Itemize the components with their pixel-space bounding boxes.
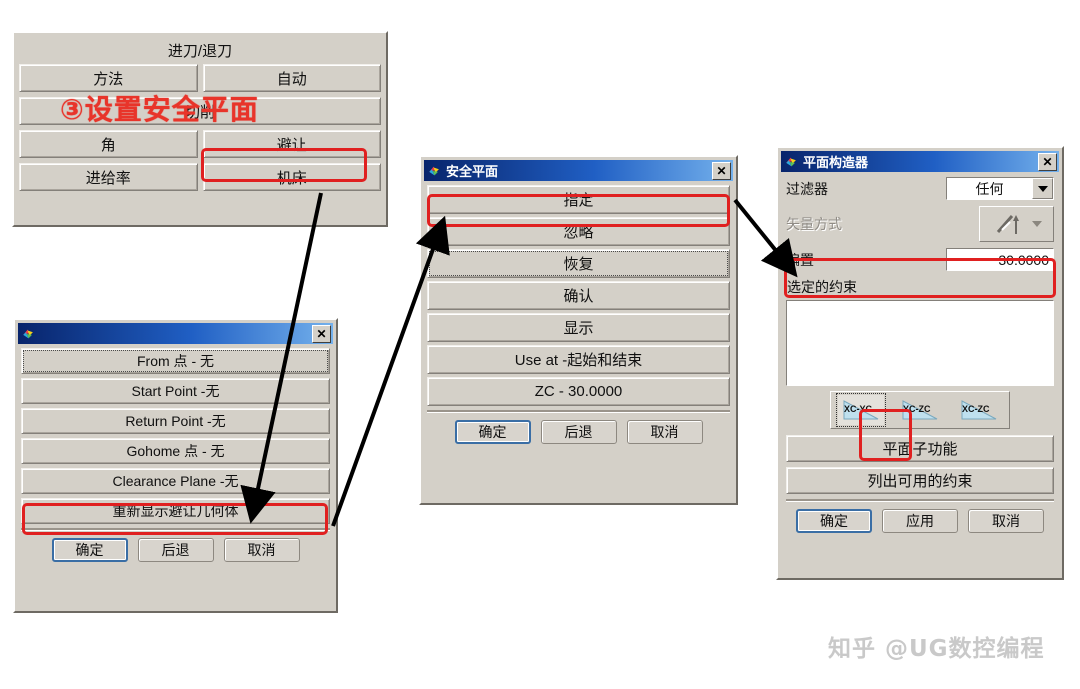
xc-yc-plane-icon[interactable]: XC-YC [835,393,886,427]
nx-logo-icon [23,329,33,338]
from-point-button[interactable]: From 点 - 无 [21,348,330,374]
offset-row: 偏置 30.0000 [786,248,1054,271]
close-icon[interactable]: ✕ [312,324,331,343]
back-button[interactable]: 后退 [540,420,617,444]
back-button[interactable]: 后退 [137,538,214,562]
filter-row: 过滤器 任何 [786,177,1054,200]
safe-plane-title: 安全平面 [446,164,499,179]
yc-zc-plane-icon[interactable]: YC-ZC [897,395,943,425]
specify-button[interactable]: 指定 [427,185,730,214]
use-at-button[interactable]: Use at -起始和结束 [427,345,730,374]
screenshot-root: 进刀/退刀 方法 自动 切削 角 避让 进给率 机床 ✕ From 点 - 无 … [0,0,1080,689]
vector-method-row: 矢量方式 [786,206,1054,242]
divider [21,528,330,531]
plane-subfunction-button[interactable]: 平面子功能 [786,435,1054,462]
avoidance-dialog-footer: 确定 后退 取消 [21,535,330,562]
filter-dropdown[interactable]: 任何 [946,177,1054,200]
step-annotation: ③设置安全平面 [60,93,259,126]
ok-button[interactable]: 确定 [796,509,872,533]
vector-icon [996,215,1019,234]
avoidance-button[interactable]: 避让 [202,130,381,158]
plane-constructor-dialog: 平面构造器 ✕ 过滤器 任何 矢量方式 偏置 30.0000 选定的约束 XC-… [776,146,1064,580]
vector-method-selector[interactable] [979,206,1054,242]
cancel-button[interactable]: 取消 [968,509,1044,533]
filter-value: 任何 [947,178,1032,199]
divider [786,499,1054,502]
feedrate-button[interactable]: 进给率 [19,163,198,191]
confirm-button[interactable]: 确认 [427,281,730,310]
plane-constructor-titlebar[interactable]: 平面构造器 ✕ [781,151,1059,172]
return-point-button[interactable]: Return Point -无 [21,408,330,434]
offset-input[interactable]: 30.0000 [946,248,1054,271]
safe-plane-dialog: 安全平面 ✕ 指定 忽略 恢复 确认 显示 Use at -起始和结束 ZC -… [419,155,738,505]
chevron-down-icon[interactable] [1031,221,1042,227]
cut-panel-row-3: 角 避让 [19,130,381,158]
nx-logo-icon [429,166,439,175]
svg-text:XC-ZC: XC-ZC [962,404,990,414]
plane-constructor-title: 平面构造器 [803,155,869,170]
ok-button[interactable]: 确定 [454,420,531,444]
selected-constraints-listbox[interactable] [786,300,1054,386]
restore-button[interactable]: 恢复 [427,249,730,278]
nx-logo-icon [786,157,796,166]
list-available-constraints-button[interactable]: 列出可用的约束 [786,467,1054,494]
close-icon[interactable]: ✕ [712,161,731,180]
cut-panel-header: 进刀/退刀 [167,43,233,60]
gohome-point-button[interactable]: Gohome 点 - 无 [21,438,330,464]
plane-constructor-body: 过滤器 任何 矢量方式 偏置 30.0000 选定的约束 XC-YC YC-ZC… [781,172,1059,533]
ok-button[interactable]: 确定 [51,538,128,562]
offset-label: 偏置 [786,251,814,268]
close-icon[interactable]: ✕ [1038,152,1057,171]
plane-constructor-footer: 确定 应用 取消 [786,506,1054,533]
avoidance-dialog-titlebar[interactable]: ✕ [18,323,333,344]
cut-parameters-panel: 进刀/退刀 方法 自动 切削 角 避让 进给率 机床 [12,31,388,227]
cancel-button[interactable]: 取消 [626,420,703,444]
filter-label: 过滤器 [786,180,828,197]
zc-value-button[interactable]: ZC - 30.0000 [427,377,730,406]
avoidance-dialog-body: From 点 - 无 Start Point -无 Return Point -… [18,344,333,562]
selected-constraints-label: 选定的约束 [787,279,857,295]
start-point-button[interactable]: Start Point -无 [21,378,330,404]
watermark: 知乎 @UG数控编程 [828,636,1045,662]
machine-button[interactable]: 机床 [202,163,381,191]
plane-icons-strip: XC-YC YC-ZC XC-ZC [830,391,1010,429]
chevron-down-icon[interactable] [1032,178,1053,199]
divider [427,410,730,413]
redisplay-avoidance-geometry-button[interactable]: 重新显示避让几何体 [21,498,330,524]
corner-button[interactable]: 角 [19,130,198,158]
cut-panel-row-4: 进给率 机床 [19,163,381,191]
svg-text:YC-ZC: YC-ZC [903,404,931,414]
apply-button[interactable]: 应用 [882,509,958,533]
svg-text:XC-YC: XC-YC [844,404,873,414]
display-button[interactable]: 显示 [427,313,730,342]
clearance-plane-button[interactable]: Clearance Plane -无 [21,468,330,494]
cancel-button[interactable]: 取消 [223,538,300,562]
safe-plane-body: 指定 忽略 恢复 确认 显示 Use at -起始和结束 ZC - 30.000… [424,181,733,444]
safe-plane-footer: 确定 后退 取消 [427,417,730,444]
ignore-button[interactable]: 忽略 [427,217,730,246]
xc-zc-plane-icon[interactable]: XC-ZC [956,395,1002,425]
safe-plane-titlebar[interactable]: 安全平面 ✕ [424,160,733,181]
avoidance-dialog: ✕ From 点 - 无 Start Point -无 Return Point… [13,318,338,613]
vector-method-label: 矢量方式 [786,216,842,232]
